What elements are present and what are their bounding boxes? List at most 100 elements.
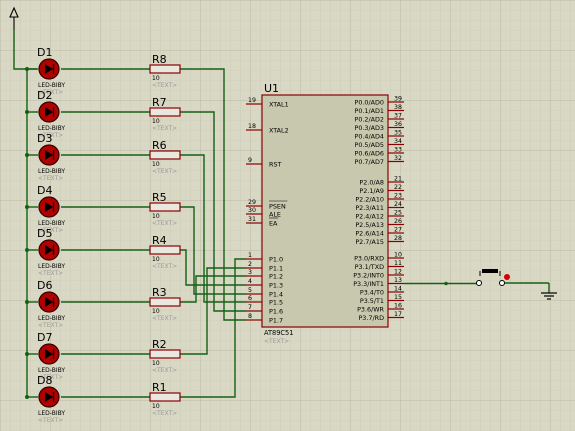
mcu-pin-number: 12 [394,269,402,276]
mcu-pin-number: 15 [394,294,402,301]
resistor-value: 10 [152,161,160,168]
mcu-pin-number: 34 [394,138,402,145]
mcu-pin-number: 6 [248,295,252,302]
mcu-pin-number: 11 [394,260,402,267]
mcu-pin-label: P3.1/TXD [355,263,384,271]
led-text-placeholder: <TEXT> [38,417,63,424]
mcu-pin-number: 33 [394,147,402,154]
mcu-pin-label: P0.6/AD6 [354,149,384,157]
resistor-value: 10 [152,256,160,263]
mcu-pin-number: 31 [248,216,256,223]
mcu-pin-label: P3.6/WR [357,305,384,313]
mcu-pin-number: 25 [394,210,402,217]
junction-dot [25,67,29,71]
mcu-pin-label: P2.2/A10 [355,195,384,203]
mcu-pin-label: P0.7/AD7 [354,158,384,166]
led-ref: D6 [37,279,52,292]
mcu-pin-label: P3.4/T0 [360,288,384,296]
mcu-pin-number: 16 [394,303,402,310]
mcu-text-placeholder: <TEXT> [264,338,289,345]
resistor-text-placeholder: <TEXT> [152,82,177,89]
mcu-pin-number: 1 [248,252,252,259]
led-text-placeholder: <TEXT> [38,270,63,277]
junction-dot [25,248,29,252]
mcu-pin-label: P2.3/A11 [355,204,384,212]
mcu-pin-number: 4 [248,278,252,285]
push-button-actuator[interactable] [482,269,498,273]
resistor-value: 10 [152,75,160,82]
mcu-pin-label: P1.6 [269,307,283,315]
resistor-value: 10 [152,308,160,315]
resistor-ref: R6 [152,139,167,152]
resistor-text-placeholder: <TEXT> [152,220,177,227]
led-part-name: LED-BIBY [38,220,65,227]
resistor-body[interactable] [149,150,181,160]
led-text-placeholder: <TEXT> [38,322,63,329]
resistor-text-placeholder: <TEXT> [152,410,177,417]
resistor-body[interactable] [149,297,181,307]
led-ref: D1 [37,46,52,59]
mcu-pin-label: P3.3/INT1 [353,280,384,288]
resistor-text-placeholder: <TEXT> [152,125,177,132]
mcu-pin-label: P0.5/AD5 [354,141,384,149]
mcu-pin-number: 29 [248,199,256,206]
led-part-name: LED-BIBY [38,82,65,89]
mcu-part-name: AT89C51 [264,329,293,337]
mcu-pin-label: P1.1 [269,264,283,272]
led-ref: D7 [37,331,52,344]
mcu-pin-label: P0.0/AD0 [354,98,384,106]
mcu-pin-number: 19 [248,97,256,104]
resistor-ref: R8 [152,53,167,66]
led-part-name: LED-BIBY [38,263,65,270]
mcu-pin-number: 14 [394,286,402,293]
mcu-pin-label: ALE [269,210,281,218]
mcu-pin-number: 27 [394,227,402,234]
mcu-pin-number: 28 [394,235,402,242]
led-part-name: LED-BIBY [38,367,65,374]
mcu-pin-label: RST [269,160,281,168]
led-part-name: LED-BIBY [38,125,65,132]
resistor-body[interactable] [149,245,181,255]
push-button-contact-right [499,280,505,286]
mcu-pin-number: 37 [394,113,402,120]
mcu-pin-label: P0.1/AD1 [354,107,384,115]
resistor-body[interactable] [149,107,181,117]
mcu-pin-label: P1.3 [269,281,283,289]
led-ref: D2 [37,89,52,102]
mcu-pin-number: 9 [248,157,252,164]
mcu-pin-number: 10 [394,252,402,259]
mcu-pin-number: 35 [394,130,402,137]
mcu-pin-label: P1.5 [269,298,283,306]
mcu-pin-number: 13 [394,277,402,284]
led-ref: D5 [37,227,52,240]
resistor-text-placeholder: <TEXT> [152,315,177,322]
led-part-name: LED-BIBY [38,410,65,417]
mcu-pin-number: 30 [248,207,256,214]
resistor-value: 10 [152,360,160,367]
led-part-name: LED-BIBY [38,315,65,322]
mcu-pin-label: P1.4 [269,290,283,298]
junction-dot [25,205,29,209]
mcu-pin-label: P0.3/AD3 [354,124,384,132]
mcu-u1[interactable]: U1AT89C51<TEXT>19 XTAL118 XTAL29 RST29 PSEN3… [246,82,404,345]
led-ref: D4 [37,184,52,197]
resistor-body[interactable] [149,64,181,74]
led-part-name: LED-BIBY [38,168,65,175]
resistor-ref: R3 [152,286,167,299]
mcu-pin-label: P1.7 [269,316,283,324]
mcu-pin-label: P2.1/A9 [359,187,384,195]
mcu-pin-number: 3 [248,269,252,276]
schematic-canvas: U1AT89C51<TEXT>19 XTAL118 XTAL29 RST29 PSEN3… [0,0,575,431]
mcu-pin-label: XTAL2 [269,126,289,134]
mcu-pin-label: P3.2/INT0 [353,271,384,279]
mcu-pin-number: 24 [394,201,402,208]
resistor-body[interactable] [149,349,181,359]
mcu-pin-label: P2.0/A8 [359,178,384,186]
resistor-body[interactable] [149,392,181,402]
mcu-pin-number: 23 [394,193,402,200]
junction-dot [444,281,448,286]
resistor-body[interactable] [149,202,181,212]
mcu-pin-number: 39 [394,96,402,103]
junction-dot [25,300,29,304]
resistor-ref: R5 [152,191,167,204]
